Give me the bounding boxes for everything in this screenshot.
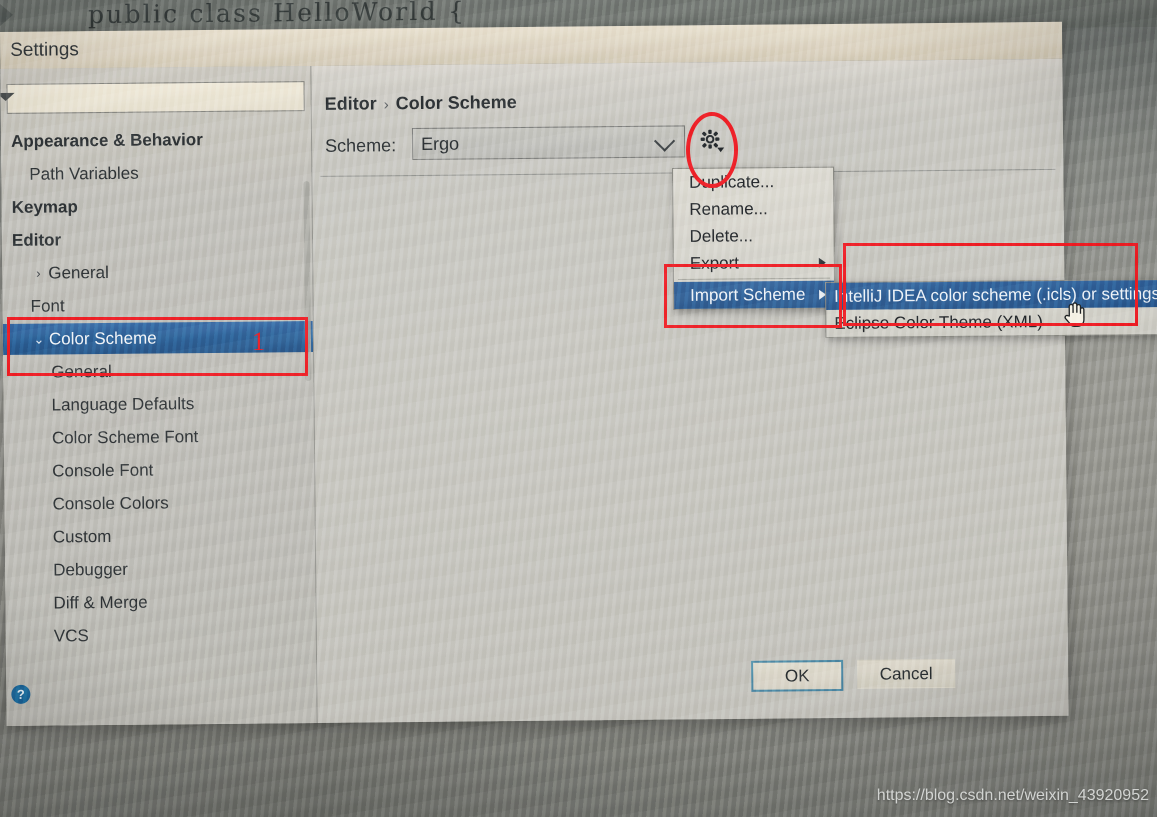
sidebar-item-label: Language Defaults (51, 393, 195, 415)
menu-item-export[interactable]: Export (674, 249, 834, 277)
sidebar-item-label: Console Colors (52, 492, 169, 514)
menu-item-label: Import Scheme (690, 284, 806, 305)
sidebar-item-label: Appearance & Behavior (10, 129, 203, 151)
chevron-down-icon[interactable]: ⌄ (31, 331, 47, 347)
sidebar-item-label: Diff & Merge (53, 592, 148, 613)
chevron-right-icon[interactable]: › (30, 266, 46, 281)
sidebar-item-path-variables[interactable]: Path Variables (1, 156, 311, 190)
sidebar-item-label: Console Font (52, 460, 154, 481)
sidebar-item-label: Font (30, 295, 65, 316)
sidebar-item-label: Custom (52, 526, 112, 547)
sidebar-item-general[interactable]: General (3, 354, 313, 388)
menu-item-rename[interactable]: Rename... (673, 195, 833, 223)
menu-item-label: Duplicate... (689, 171, 775, 192)
sidebar-item-label: Editor (11, 229, 62, 250)
watermark: https://blog.csdn.net/weixin_43920952 (876, 787, 1149, 804)
dialog-title: Settings (10, 39, 79, 61)
sidebar-item-label: General (48, 262, 109, 283)
menu-item-label: Delete... (689, 225, 753, 246)
sidebar-item-font[interactable]: Font (2, 288, 312, 322)
scheme-actions-menu: Duplicate... Rename... Delete... Export Impo… (672, 166, 836, 310)
sidebar-item-label: Color Scheme Font (51, 426, 199, 448)
submenu-arrow-icon (818, 257, 826, 268)
submenu-item-intellij-idea-color-scheme[interactable]: IntelliJ IDEA color scheme (.icls) or se… (826, 279, 1157, 310)
sidebar-item-label: General (51, 361, 112, 382)
dialog-body: Appearance & Behavior Path Variables Keyma… (0, 58, 1069, 726)
menu-item-label: Export (689, 252, 740, 273)
menu-item-delete[interactable]: Delete... (673, 222, 833, 250)
sidebar-item-label: Keymap (11, 196, 78, 217)
sidebar-item-color-scheme[interactable]: ⌄ Color Scheme (2, 321, 314, 355)
sidebar-item-appearance-behavior[interactable]: Appearance & Behavior (1, 123, 311, 157)
breadcrumb-separator-icon: › (383, 96, 389, 114)
menu-item-import-scheme[interactable]: Import Scheme (673, 280, 835, 309)
menu-separator (677, 277, 830, 280)
menu-item-label: Rename... (689, 198, 768, 219)
cancel-button[interactable]: Cancel (857, 658, 956, 689)
sidebar-item-debugger[interactable]: Debugger (5, 552, 315, 586)
menu-item-duplicate[interactable]: Duplicate... (673, 168, 833, 196)
settings-content-pane: Editor › Color Scheme Scheme: Ergo OK Ca… (311, 59, 1068, 723)
sidebar-item-label: Color Scheme (48, 328, 157, 349)
scheme-label: Scheme: (325, 135, 397, 156)
sidebar-item-language-defaults[interactable]: Language Defaults (3, 387, 313, 421)
code-line-text: public class HelloWorld { (88, 0, 467, 30)
search-collapse-arrow-icon[interactable] (0, 92, 15, 102)
search-input[interactable] (6, 81, 305, 114)
sidebar-item-keymap[interactable]: Keymap (2, 189, 312, 223)
import-scheme-submenu: IntelliJ IDEA color scheme (.icls) or se… (825, 278, 1157, 338)
sidebar-item-editor[interactable]: Editor (2, 222, 312, 256)
sidebar-item-custom[interactable]: Custom (5, 519, 315, 553)
submenu-item-eclipse-color-theme[interactable]: Eclipse Color Theme (XML) (826, 307, 1157, 337)
sidebar-item-label: Path Variables (29, 163, 139, 184)
question-mark-icon[interactable]: ? (11, 684, 31, 704)
settings-dialog: Settings ✕ Appearance & BehaviorPath Var… (0, 21, 1069, 726)
sidebar-item-console-font[interactable]: Console Font (4, 453, 314, 487)
sidebar-item-vcs[interactable]: VCS (6, 618, 316, 652)
sidebar-item-diff-merge[interactable]: Diff & Merge (5, 585, 315, 619)
breadcrumb: Editor › Color Scheme (325, 92, 517, 115)
ok-button[interactable]: OK (751, 659, 844, 692)
sidebar-item-general[interactable]: › General (2, 255, 312, 289)
dialog-button-row: OK Cancel (317, 646, 1069, 723)
chevron-down-icon (653, 130, 676, 152)
editor-caret-icon (0, 3, 13, 26)
breadcrumb-root: Editor (324, 93, 377, 114)
breadcrumb-leaf: Color Scheme (395, 92, 517, 114)
sidebar-item-color-scheme-font[interactable]: Color Scheme Font (4, 420, 314, 454)
scheme-select[interactable]: Ergo (411, 125, 686, 161)
sidebar-item-console-colors[interactable]: Console Colors (4, 486, 314, 520)
gear-icon[interactable] (697, 126, 727, 156)
sidebar-item-label: VCS (53, 625, 89, 646)
sidebar-item-label: Debugger (53, 559, 128, 580)
scheme-selected-value: Ergo (420, 133, 460, 154)
settings-sidebar: Appearance & Behavior Path Variables Keyma… (0, 66, 318, 726)
